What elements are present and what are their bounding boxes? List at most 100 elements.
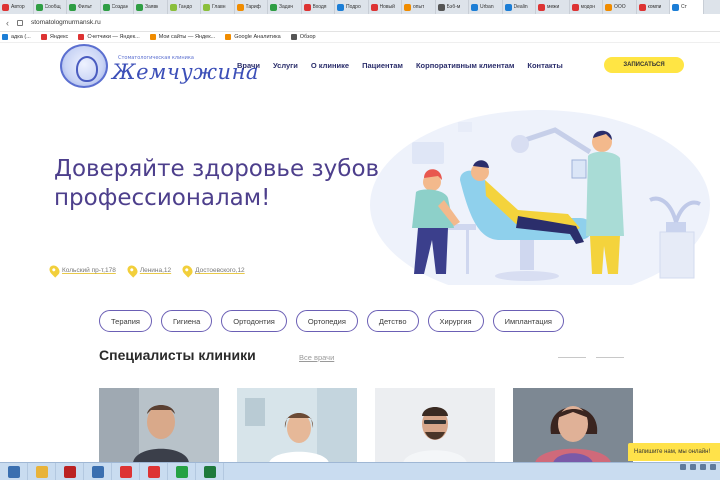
tab-label: Входя bbox=[312, 4, 327, 10]
nav-item-doctors[interactable]: Врачи bbox=[237, 61, 260, 70]
taskbar-app-window[interactable] bbox=[84, 462, 112, 480]
taskbar-app-opera[interactable] bbox=[112, 462, 140, 480]
taskbar-app-whatsapp[interactable] bbox=[168, 462, 196, 480]
address-link[interactable]: Достоевского,12 bbox=[180, 263, 245, 278]
tab-favicon-icon bbox=[404, 3, 411, 11]
nav-item-corporate[interactable]: Корпоративным клиентам bbox=[416, 61, 514, 70]
service-chip-children[interactable]: Детство bbox=[366, 310, 419, 332]
taskbar-app-filezilla[interactable] bbox=[56, 462, 84, 480]
tab-label: Dealin bbox=[513, 4, 528, 10]
nav-item-about[interactable]: О клинике bbox=[311, 61, 349, 70]
tab-favicon-icon bbox=[571, 3, 579, 11]
doctor-photo[interactable] bbox=[99, 388, 219, 463]
tab-label: Гандо bbox=[178, 4, 193, 10]
browser-tab[interactable]: Сообщ bbox=[34, 0, 67, 14]
address-link[interactable]: Ленина,12 bbox=[125, 263, 172, 278]
browser-tab[interactable]: межи bbox=[536, 0, 570, 14]
nav-item-patients[interactable]: Пациентам bbox=[362, 61, 403, 70]
taskbar-app-file-explorer[interactable] bbox=[28, 462, 56, 480]
tray-icon[interactable] bbox=[680, 464, 686, 470]
service-chip-implantation[interactable]: Имплантация bbox=[492, 310, 564, 332]
browser-tab[interactable]: Гандо bbox=[168, 0, 201, 14]
browser-tab[interactable]: Входя bbox=[302, 0, 335, 14]
bookmark-item[interactable]: адка (... bbox=[2, 34, 31, 40]
nav-item-services[interactable]: Услуги bbox=[273, 61, 298, 70]
opera-icon bbox=[119, 465, 132, 478]
browser-tab[interactable]: Автор bbox=[0, 0, 34, 14]
tab-favicon-icon bbox=[504, 3, 512, 11]
book-appointment-button[interactable]: ЗАПИСАТЬСЯ bbox=[604, 57, 684, 73]
browser-tab[interactable]: ООО bbox=[603, 0, 637, 14]
bookmark-item[interactable]: Яндекс bbox=[40, 34, 69, 40]
browser-tab[interactable]: Заявк bbox=[134, 0, 168, 14]
address-link[interactable]: Кольский пр-т,178 bbox=[47, 263, 116, 278]
tab-favicon-icon bbox=[672, 3, 679, 11]
browser-tab[interactable]: Фильт bbox=[67, 0, 101, 14]
start-button[interactable] bbox=[0, 462, 28, 480]
browser-tab[interactable]: Новый bbox=[369, 0, 402, 14]
tab-label: модон bbox=[580, 4, 596, 10]
taskbar-app-excel[interactable] bbox=[196, 462, 224, 480]
tab-label: Заявк bbox=[145, 4, 159, 10]
browser-tab[interactable]: Бэб-м bbox=[436, 0, 469, 14]
tab-favicon-icon bbox=[605, 3, 612, 11]
map-pin-icon bbox=[47, 263, 62, 278]
taskbar-app-yandex-browser[interactable] bbox=[140, 462, 168, 480]
browser-tab[interactable]: Dealin bbox=[503, 0, 536, 14]
tab-label: Задач bbox=[279, 4, 293, 10]
address-text: Ленина,12 bbox=[139, 267, 172, 274]
tab-label: компи bbox=[647, 4, 662, 10]
all-doctors-link[interactable]: Все врачи bbox=[299, 353, 334, 362]
tab-label: Новый bbox=[379, 4, 395, 10]
tab-label: Подро bbox=[346, 4, 361, 10]
tab-favicon-icon bbox=[169, 3, 177, 11]
browser-tab[interactable]: компи bbox=[637, 0, 670, 14]
tab-label: Тариф bbox=[245, 4, 261, 10]
filezilla-icon bbox=[63, 465, 76, 478]
service-chip-surgery[interactable]: Хирургия bbox=[427, 310, 484, 332]
tray-icon[interactable] bbox=[710, 464, 716, 470]
back-icon[interactable]: ‹ bbox=[6, 18, 9, 28]
url-field[interactable]: stomatologmurmansk.ru bbox=[31, 19, 101, 26]
doctor-photo[interactable] bbox=[375, 388, 495, 463]
clinic-logo-icon[interactable] bbox=[60, 44, 108, 88]
service-chip-orthopedics[interactable]: Ортопедия bbox=[295, 310, 358, 332]
tab-label: Главн bbox=[212, 4, 226, 10]
excel-icon bbox=[203, 465, 216, 478]
bookmark-item[interactable]: Счетчики — Яндек... bbox=[78, 34, 140, 40]
bookmark-item[interactable]: Мои сайты — Яндек... bbox=[149, 34, 215, 40]
nav-item-contacts[interactable]: Контакты bbox=[527, 61, 562, 70]
doctor-photo[interactable] bbox=[513, 388, 633, 463]
browser-tab[interactable]: Urban bbox=[469, 0, 503, 14]
carousel-next-icon[interactable] bbox=[596, 357, 624, 358]
browser-tab[interactable]: Подро bbox=[335, 0, 369, 14]
address-text: Достоевского,12 bbox=[195, 267, 245, 274]
browser-tab[interactable]: опыт bbox=[402, 0, 436, 14]
address-bar: ‹ stomatologmurmansk.ru bbox=[0, 14, 720, 32]
bookmark-item[interactable]: Google Аналитика bbox=[225, 34, 281, 40]
carousel-prev-icon[interactable] bbox=[558, 357, 586, 358]
bookmark-favicon-icon bbox=[40, 34, 47, 40]
tab-label: Фильт bbox=[78, 4, 93, 10]
tab-favicon-icon bbox=[35, 3, 43, 11]
service-chip-hygiene[interactable]: Гигиена bbox=[161, 310, 213, 332]
chat-widget-button[interactable]: Напишите нам, мы онлайн! bbox=[628, 443, 720, 461]
service-chip-orthodontics[interactable]: Ортодонтия bbox=[221, 310, 287, 332]
tab-label: Ст bbox=[681, 4, 687, 10]
screen: { "browser": { "tabs": [ {"label": "Авто… bbox=[0, 0, 720, 480]
bookmark-label: Обзор bbox=[299, 34, 316, 40]
tray-icon[interactable] bbox=[700, 464, 706, 470]
tab-favicon-icon bbox=[370, 3, 378, 11]
tab-favicon-icon bbox=[136, 3, 143, 11]
doctor-photo[interactable] bbox=[237, 388, 357, 463]
service-chip-therapy[interactable]: Терапия bbox=[99, 310, 152, 332]
bookmark-item[interactable]: Обзор bbox=[290, 34, 316, 40]
browser-tab[interactable]: модон bbox=[570, 0, 603, 14]
browser-tab[interactable]: Главн bbox=[201, 0, 235, 14]
browser-tab[interactable]: Задач bbox=[268, 0, 302, 14]
tray-icon[interactable] bbox=[690, 464, 696, 470]
browser-tab[interactable]: Создан bbox=[101, 0, 134, 14]
browser-tab[interactable]: Ст bbox=[670, 0, 704, 14]
bookmark-label: Яндекс bbox=[49, 34, 69, 40]
browser-tab[interactable]: Тариф bbox=[235, 0, 268, 14]
